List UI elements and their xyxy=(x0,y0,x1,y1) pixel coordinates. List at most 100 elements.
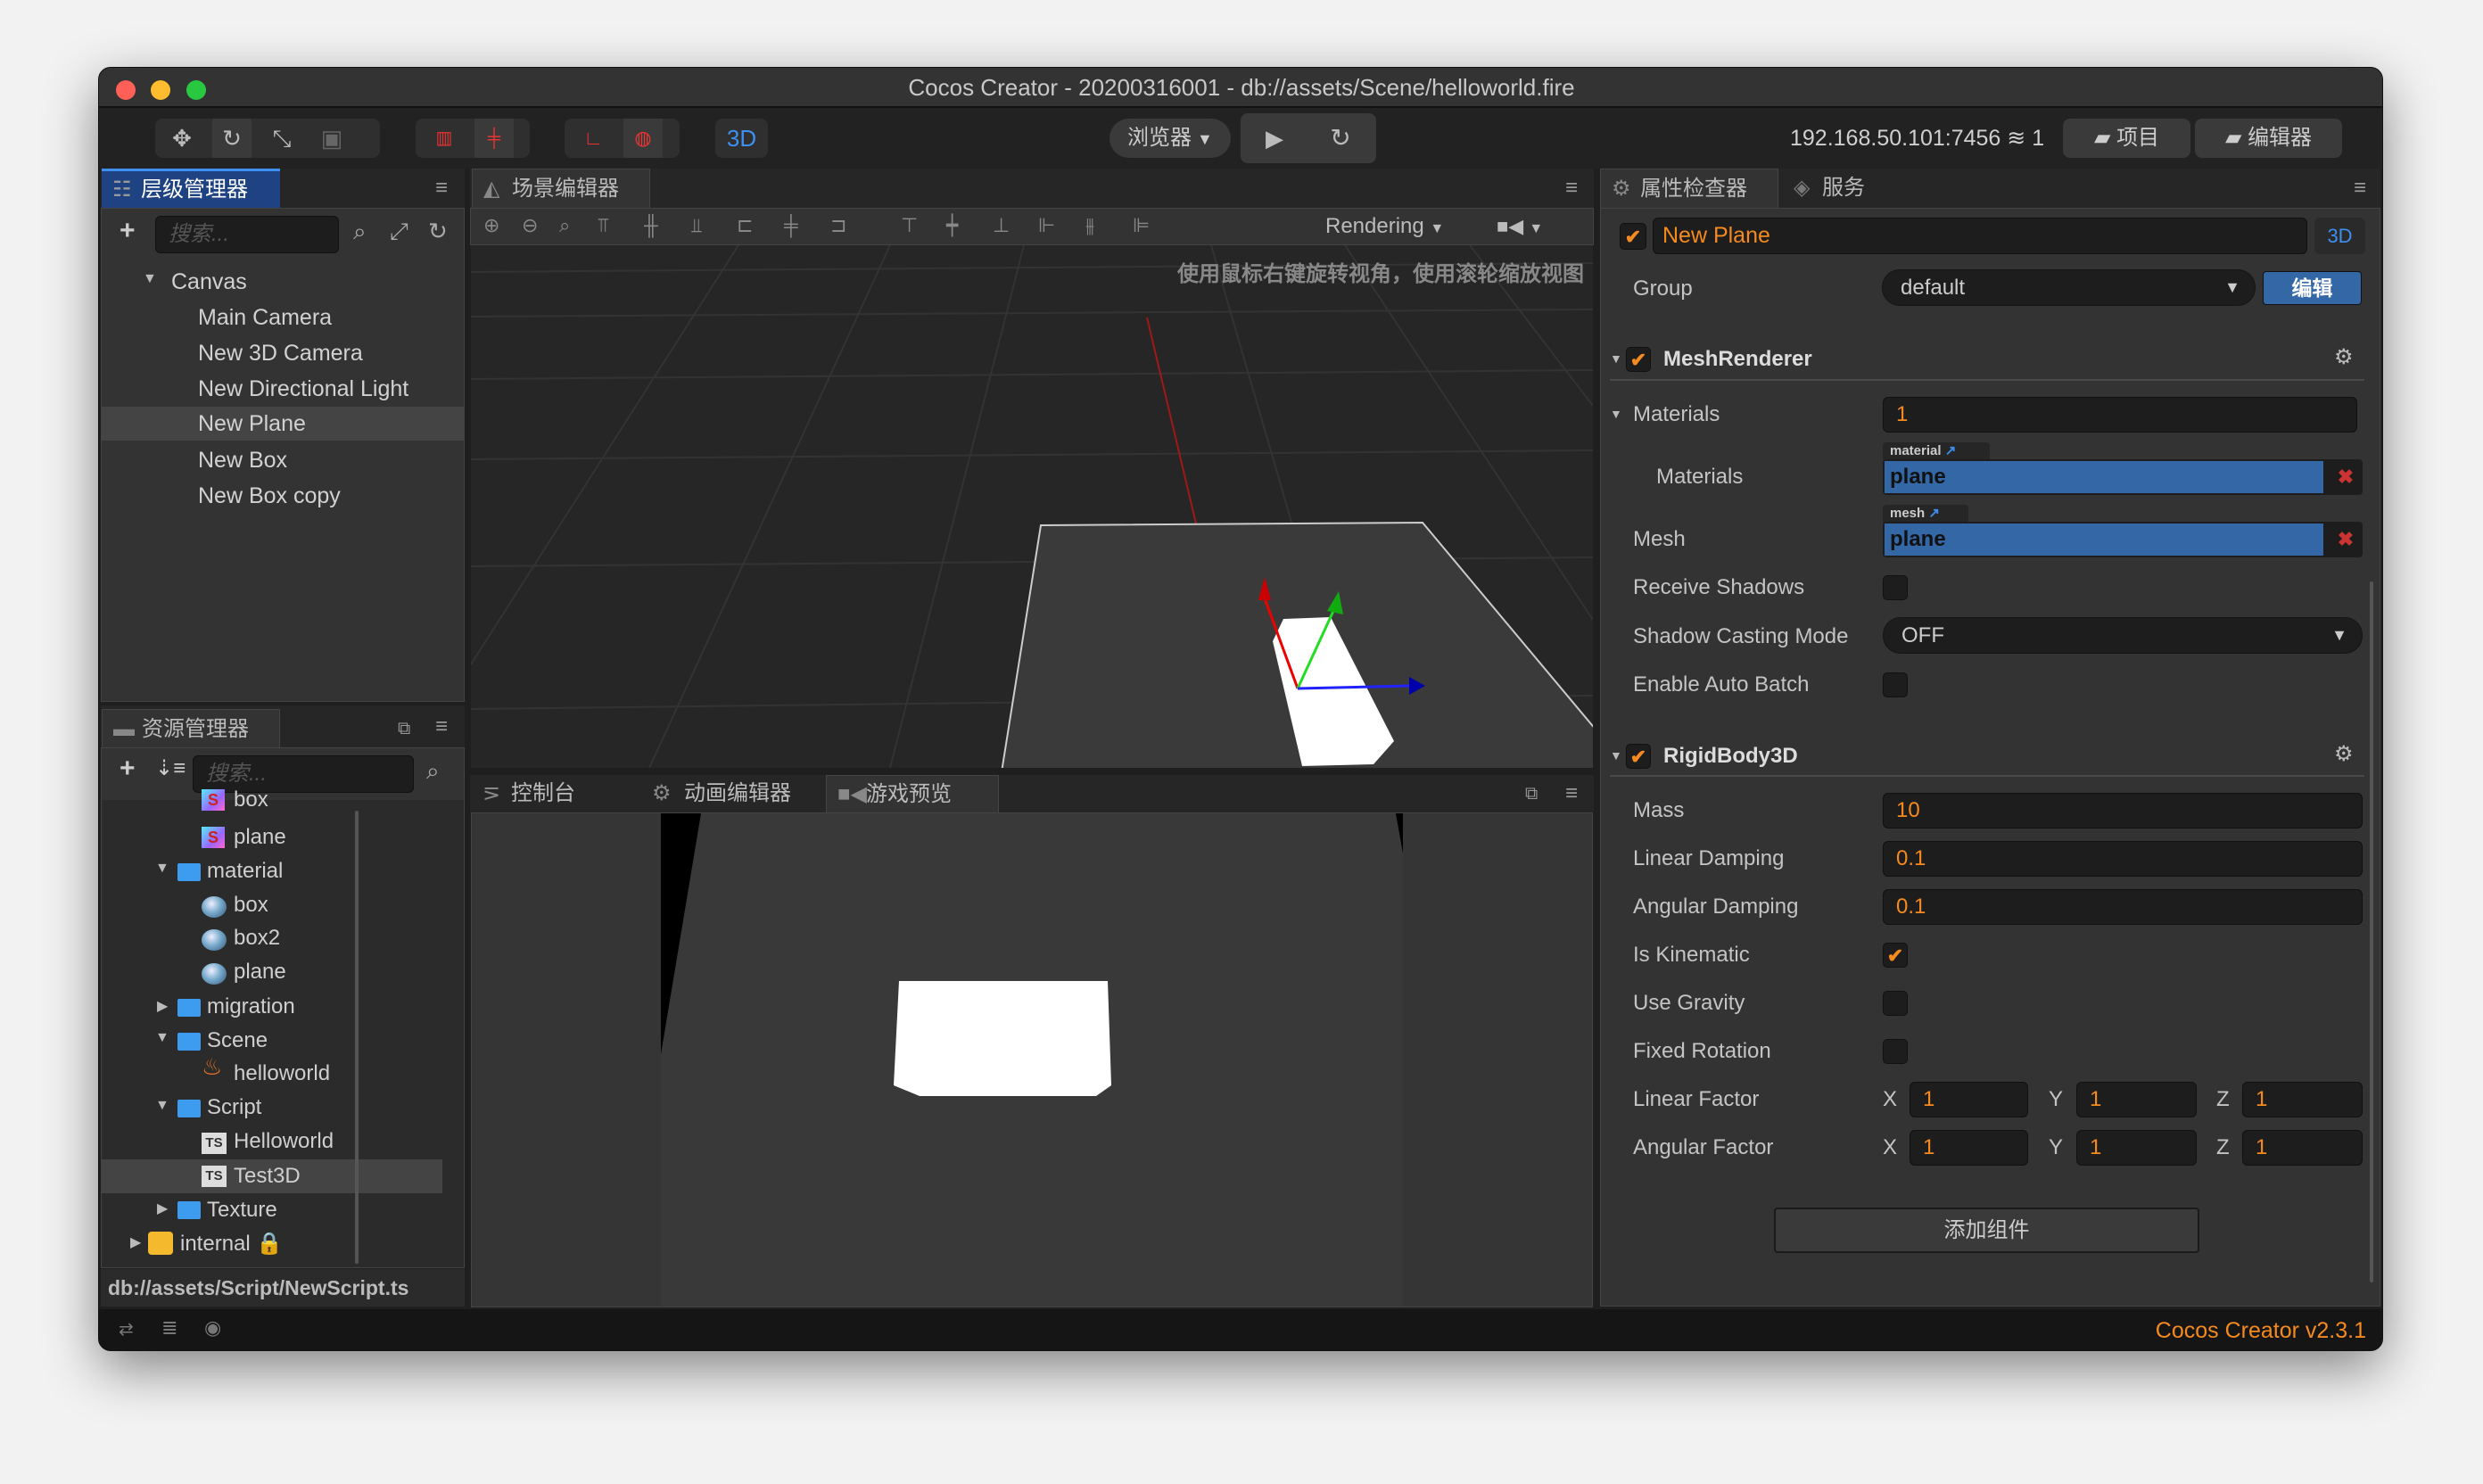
linear-factor-z-input[interactable]: 1 xyxy=(2242,1082,2363,1117)
game-preview-viewport[interactable] xyxy=(471,812,1593,1307)
material-asset-field[interactable]: plane ✖ xyxy=(1883,459,2363,495)
refresh-icon[interactable]: ↻ xyxy=(428,218,448,245)
local-coord-icon[interactable]: ∟ xyxy=(573,119,613,158)
tab-animation-editor[interactable]: ⚙ 动画编辑器 xyxy=(645,775,823,812)
preview-platform-select[interactable]: 浏览器 ▼ xyxy=(1110,119,1231,158)
rect-tool-icon[interactable]: ▣ xyxy=(312,119,351,158)
zoom-reset-icon[interactable]: ⌕ xyxy=(559,214,570,237)
collapse-caret-icon[interactable]: ▼ xyxy=(1610,351,1622,366)
distribute-top-icon[interactable]: ⊤ xyxy=(901,214,918,237)
asset-item[interactable]: plane xyxy=(234,955,286,989)
zoom-out-icon[interactable]: ⊖ xyxy=(522,214,538,237)
tab-game-preview[interactable]: ■◀ 游戏预览 xyxy=(826,775,999,812)
open-project-button[interactable]: ▰ 项目 xyxy=(2063,119,2190,158)
asset-item[interactable]: box xyxy=(234,783,268,817)
node-3d-badge[interactable]: 3D xyxy=(2314,218,2365,254)
database-icon[interactable]: ≣ xyxy=(161,1316,177,1340)
asset-folder[interactable]: Texture xyxy=(207,1193,277,1227)
tab-hierarchy[interactable]: ☷ 层级管理器 xyxy=(102,169,280,208)
align-hcenter-icon[interactable]: ╪ xyxy=(784,214,798,237)
rotate-tool-icon[interactable]: ↻ xyxy=(212,119,252,158)
popout-icon[interactable]: ⧉ xyxy=(398,711,410,746)
asset-item[interactable]: box2 xyxy=(234,921,280,955)
asset-item[interactable]: helloworld xyxy=(234,1057,330,1091)
receive-shadows-checkbox[interactable] xyxy=(1883,575,1908,600)
distribute-right-icon[interactable]: ⊫ xyxy=(1133,214,1150,237)
play-icon[interactable]: ▶ xyxy=(1257,113,1292,163)
tree-node[interactable]: New 3D Camera xyxy=(198,335,363,371)
panel-menu-icon[interactable]: ≡ xyxy=(1565,169,1578,208)
group-select[interactable]: default ▼ xyxy=(1882,269,2256,306)
popout-icon[interactable]: ⧉ xyxy=(1525,775,1538,812)
eye-icon[interactable]: ◉ xyxy=(204,1316,221,1340)
tree-node[interactable]: New Directional Light xyxy=(198,371,408,407)
scene-viewport[interactable]: 使用鼠标右键旋转视角，使用滚轮缩放视图 xyxy=(471,245,1593,768)
clear-x-icon[interactable]: ✖ xyxy=(2332,522,2359,557)
linear-factor-y-input[interactable]: 1 xyxy=(2076,1082,2197,1117)
rendering-dropdown[interactable]: Rendering ▼ xyxy=(1325,209,1444,247)
add-asset-icon[interactable]: + xyxy=(120,754,136,784)
caret-right-icon[interactable]: ▶ xyxy=(130,1233,141,1251)
align-bottom-icon[interactable]: ⫫ xyxy=(691,214,702,237)
use-gravity-checkbox[interactable] xyxy=(1883,991,1908,1016)
sync-icon[interactable]: ⇄ xyxy=(119,1318,134,1340)
refresh-icon[interactable]: ↻ xyxy=(1323,113,1358,163)
distribute-bottom-icon[interactable]: ⊥ xyxy=(993,214,1010,237)
linear-factor-x-input[interactable]: 1 xyxy=(1910,1082,2028,1117)
expand-icon[interactable]: ⤢ xyxy=(390,218,408,246)
asset-item[interactable]: box xyxy=(234,888,268,922)
tab-console[interactable]: ⋝ 控制台 xyxy=(472,775,641,812)
tree-node[interactable]: New Box copy xyxy=(198,478,341,514)
distribute-hcenter-icon[interactable]: ⫵ xyxy=(1085,214,1094,237)
inspector-scrollbar[interactable] xyxy=(2370,581,2373,1282)
asset-item[interactable]: Helloworld xyxy=(234,1125,334,1158)
shadow-casting-mode-select[interactable]: OFF ▼ xyxy=(1883,617,2363,654)
scale-tool-icon[interactable]: ⤡ xyxy=(262,119,301,158)
align-top-icon[interactable]: ⫪ xyxy=(598,214,608,237)
tree-node-canvas[interactable]: Canvas xyxy=(171,264,247,300)
fixed-rotation-checkbox[interactable] xyxy=(1883,1039,1908,1064)
assets-search-input[interactable]: 搜索... xyxy=(193,755,414,793)
distribute-vcenter-icon[interactable]: ┿ xyxy=(946,214,958,237)
angular-factor-z-input[interactable]: 1 xyxy=(2242,1130,2363,1166)
caret-down-icon[interactable]: ▼ xyxy=(143,271,157,287)
asset-folder[interactable]: Script xyxy=(207,1091,261,1125)
asset-folder[interactable]: material xyxy=(207,854,283,888)
add-node-icon[interactable]: + xyxy=(120,216,136,246)
rigidbody-enabled-checkbox[interactable]: ✔ xyxy=(1626,744,1651,769)
mode-3d-toggle[interactable]: 3D xyxy=(715,119,768,158)
caret-right-icon[interactable]: ▶ xyxy=(157,1200,168,1217)
tab-assets[interactable]: ▬ 资源管理器 xyxy=(102,709,280,748)
external-link-icon[interactable]: ↗ xyxy=(1928,506,1940,521)
panel-menu-icon[interactable]: ≡ xyxy=(435,169,448,208)
caret-down-icon[interactable]: ▼ xyxy=(155,1030,169,1046)
center-icon[interactable]: ╪ xyxy=(474,119,514,158)
add-component-button[interactable]: 添加组件 xyxy=(1774,1208,2199,1253)
panel-menu-icon[interactable]: ≡ xyxy=(2354,169,2366,208)
assets-scrollbar[interactable] xyxy=(355,811,359,1264)
caret-right-icon[interactable]: ▶ xyxy=(157,997,168,1015)
external-link-icon[interactable]: ↗ xyxy=(1945,443,1957,458)
angular-damping-input[interactable]: 0.1 xyxy=(1883,889,2363,925)
global-coord-icon[interactable]: ◍ xyxy=(623,119,663,158)
materials-count-input[interactable]: 1 xyxy=(1883,397,2357,433)
tab-scene-editor[interactable]: ◭ 场景编辑器 xyxy=(472,169,650,208)
tree-node-selected[interactable]: New Plane xyxy=(198,406,306,441)
node-active-checkbox[interactable]: ✔ xyxy=(1620,223,1646,250)
open-editor-button[interactable]: ▰ 编辑器 xyxy=(2195,119,2342,158)
pivot-icon[interactable]: ▥ xyxy=(425,119,464,158)
align-left-icon[interactable]: ⊏ xyxy=(737,214,753,237)
node-name-input[interactable]: New Plane xyxy=(1653,218,2307,254)
collapse-caret-icon[interactable]: ▼ xyxy=(1610,748,1622,763)
sort-icon[interactable]: ⇣≡ xyxy=(155,755,186,781)
panel-menu-icon[interactable]: ≡ xyxy=(1565,775,1578,812)
align-right-icon[interactable]: ⊐ xyxy=(830,214,846,237)
asset-item-selected[interactable]: Test3D xyxy=(234,1159,301,1193)
tree-node[interactable]: New Box xyxy=(198,442,287,478)
auto-batch-checkbox[interactable] xyxy=(1883,672,1908,697)
is-kinematic-checkbox[interactable]: ✔ xyxy=(1883,943,1908,968)
camera-dropdown[interactable]: ■◀ ▼ xyxy=(1497,209,1543,247)
clear-x-icon[interactable]: ✖ xyxy=(2332,459,2359,495)
tab-services[interactable]: ◈ 服务 xyxy=(1783,169,1917,208)
caret-down-icon[interactable]: ▼ xyxy=(155,861,169,877)
